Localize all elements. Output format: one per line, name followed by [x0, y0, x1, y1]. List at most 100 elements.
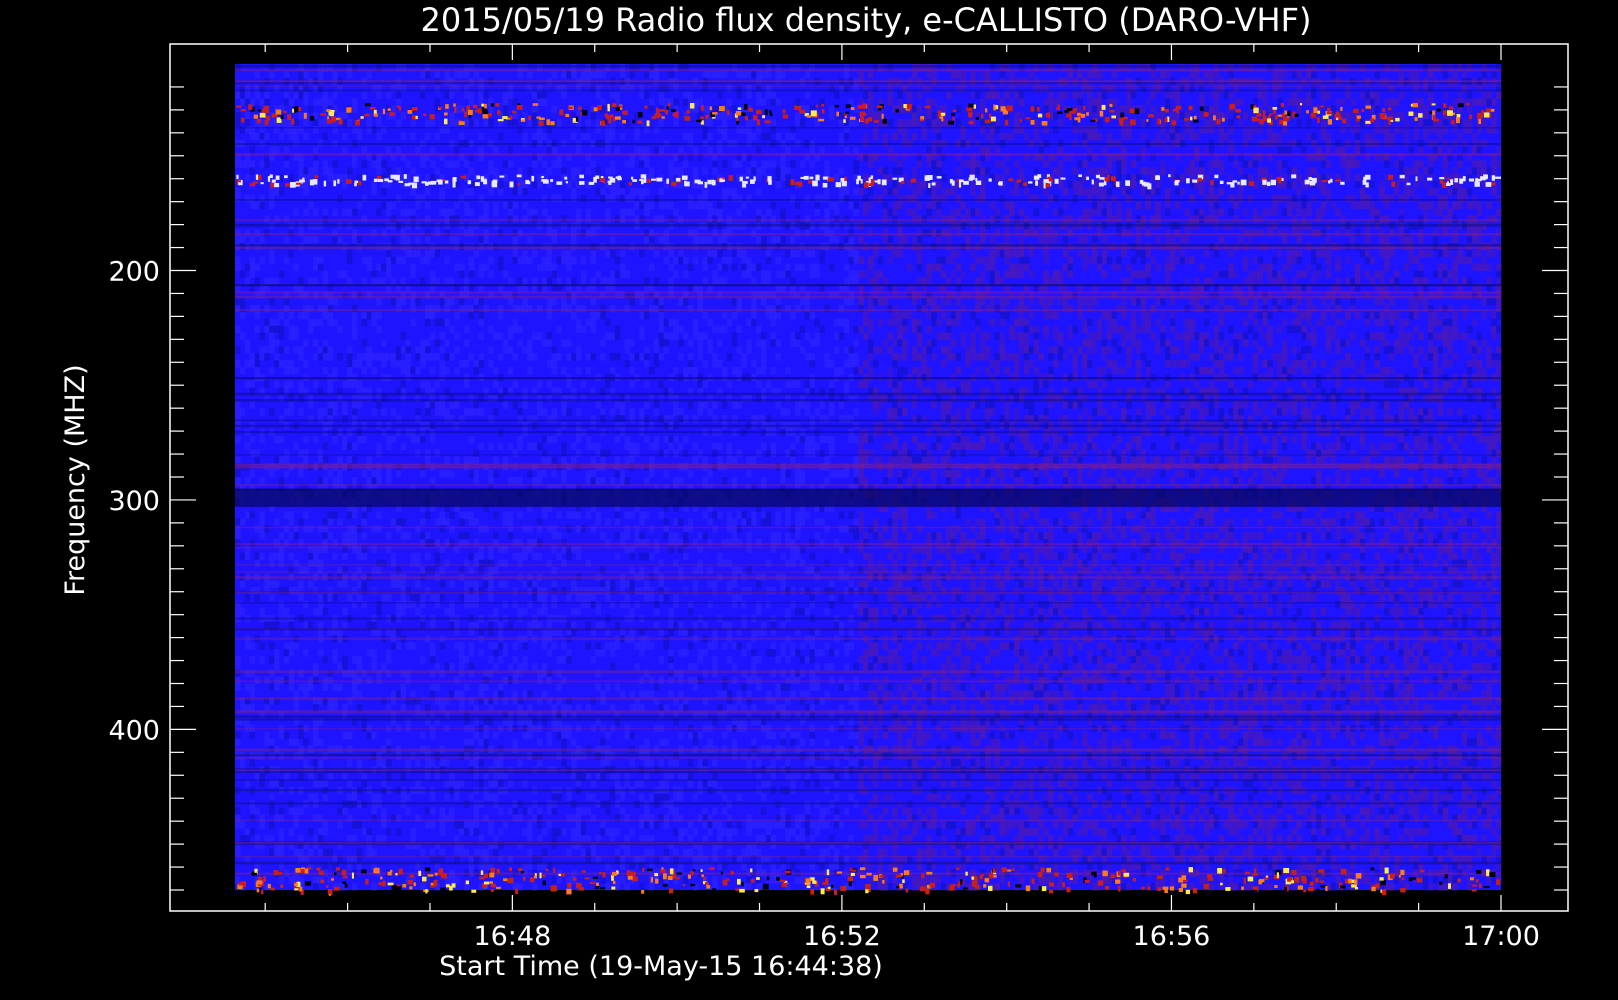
spectrogram-cell	[653, 353, 660, 361]
spectrogram-cell	[502, 160, 509, 168]
spectrogram-cell	[468, 353, 475, 361]
spectrogram-cell	[712, 160, 718, 168]
spectrogram-cell	[892, 318, 898, 327]
spectrogram-cell	[1238, 98, 1244, 106]
spectrogram-cell	[1267, 229, 1273, 237]
spectrogram-cell	[619, 70, 626, 79]
spectrogram-cell	[955, 353, 962, 361]
spectrogram-cell	[376, 353, 382, 361]
spectrogram-cell	[1242, 298, 1249, 306]
spectrogram-cell	[872, 132, 879, 141]
spectrogram-cell	[1014, 270, 1020, 278]
spectrogram-cell	[249, 160, 256, 168]
spectrogram-cell	[1330, 401, 1337, 409]
spectrogram-cell	[848, 256, 854, 265]
spectrogram-cell	[868, 98, 874, 106]
spectrogram-cell	[1354, 270, 1361, 278]
spectrogram-cell	[1087, 167, 1093, 175]
spectrogram-cell	[546, 146, 553, 155]
spectrogram-cell	[902, 311, 908, 320]
spectrogram-cell	[283, 304, 290, 313]
spectrogram-cell	[1281, 346, 1288, 354]
spectrogram-cell	[975, 318, 981, 327]
spectrogram-cell	[955, 249, 962, 258]
spectrogram-cell	[517, 229, 523, 237]
spectrogram-cell	[522, 187, 528, 196]
spectrogram-cell	[936, 304, 942, 313]
spectrogram-cell	[970, 311, 976, 320]
spectrogram-cell	[1340, 126, 1346, 134]
spectrogram-cell	[1423, 167, 1429, 175]
spectrogram-cell	[892, 360, 898, 368]
spectrogram-cell	[741, 270, 747, 278]
spectrogram-cell	[468, 256, 475, 265]
spectrogram-cell	[1447, 304, 1453, 313]
spectrogram-cell	[887, 346, 893, 354]
spectrogram-cell	[595, 126, 601, 134]
spectrogram-cell	[770, 332, 777, 340]
spectrogram-cell	[1447, 346, 1453, 354]
spectrogram-cell	[945, 236, 952, 244]
spectrogram-cell	[697, 236, 704, 244]
spectrogram-cell	[1174, 187, 1181, 196]
spectrogram-cell	[1179, 187, 1186, 196]
spectrogram-cell	[1301, 194, 1307, 203]
spectrogram-cell	[795, 201, 801, 210]
spectrogram-cell	[400, 236, 407, 244]
spectrogram-cell	[897, 249, 903, 258]
spectrogram-cell	[687, 263, 694, 272]
spectrogram-cell	[653, 70, 660, 79]
spectrogram-cell	[532, 119, 538, 127]
spectrogram-cell	[1179, 401, 1186, 409]
spectrogram-cell	[1130, 298, 1137, 306]
spectrogram-cell	[551, 408, 557, 416]
spectrogram-cell	[1228, 380, 1234, 389]
spectrogram-cell	[717, 263, 723, 272]
spectrogram-cell	[1165, 201, 1171, 210]
spectrogram-cell	[317, 98, 324, 106]
spectrogram-cell	[1476, 229, 1483, 237]
spectrogram-cell	[1242, 160, 1249, 168]
spectrogram-cell	[1096, 229, 1103, 237]
spectrogram-cell	[1291, 325, 1298, 334]
spectrogram-cell	[580, 277, 587, 285]
spectrogram-cell	[1048, 98, 1054, 106]
spectrogram-cell	[775, 298, 781, 306]
spectrogram-cell	[994, 304, 1001, 313]
spectrogram-cell	[868, 366, 874, 375]
spectrogram-cell	[244, 263, 251, 272]
spectrogram-cell	[1384, 380, 1390, 389]
spectrogram-cell	[1437, 346, 1444, 354]
spectrogram-cell	[980, 298, 986, 306]
spectrogram-cell	[1101, 346, 1108, 354]
spectrogram-cell	[1228, 208, 1234, 217]
spectrogram-cell	[1423, 201, 1429, 210]
spectrogram-cell	[975, 277, 981, 285]
spectrogram-cell	[1277, 304, 1283, 313]
spectrogram-cell	[1067, 263, 1074, 272]
spectrogram-cell	[1252, 256, 1259, 265]
spectrogram-cell	[463, 339, 470, 347]
spectrogram-cell	[269, 146, 275, 155]
spectrogram-cell	[444, 70, 450, 79]
spectrogram-cell	[1126, 126, 1132, 134]
spectrogram-cell	[907, 119, 913, 127]
spectrogram-cell	[478, 353, 484, 361]
spectrogram-cell	[1408, 380, 1414, 389]
spectrogram-cell	[775, 353, 781, 361]
spectrogram-cell	[911, 194, 918, 203]
spectrogram-cell	[522, 277, 528, 285]
spectrogram-cell	[1213, 346, 1220, 354]
spectrogram-cell	[293, 208, 299, 217]
spectrogram-cell	[673, 167, 679, 175]
spectrogram-cell	[424, 119, 431, 127]
spectrogram-cell	[1145, 325, 1151, 334]
spectrogram-cell	[1393, 126, 1400, 134]
spectrogram-cell	[1262, 304, 1268, 313]
spectrogram-cell	[561, 167, 567, 175]
spectrogram-cell	[1389, 249, 1395, 258]
spectrogram-cell	[853, 160, 859, 168]
spectrogram-cell	[1423, 277, 1429, 285]
spectrogram-cell	[1418, 119, 1424, 127]
spectrogram-cell	[1233, 194, 1239, 203]
